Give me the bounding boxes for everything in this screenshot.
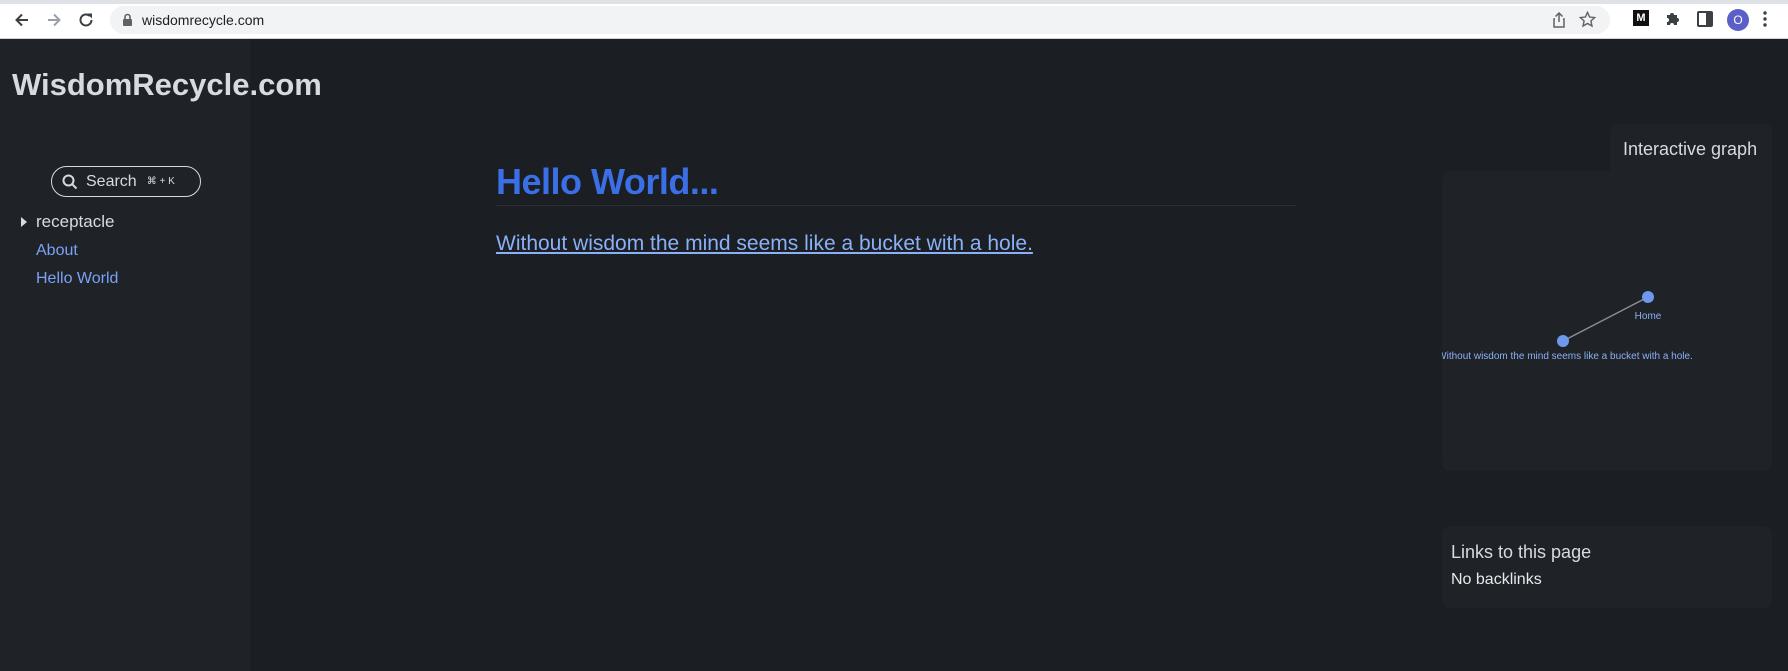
site-title[interactable]: WisdomRecycle.com	[12, 66, 322, 104]
interactive-graph[interactable]: Home Without wisdom the mind seems like …	[1442, 171, 1772, 471]
left-sidebar: WisdomRecycle.com Search ⌘ + K receptacl…	[0, 39, 322, 671]
sidebar-link-about[interactable]: About	[36, 242, 78, 260]
backlinks-title: Links to this page	[1451, 542, 1592, 562]
url-text[interactable]: wisdomrecycle.com	[142, 12, 264, 28]
backlinks-panel: Links to this page No backlinks	[1442, 526, 1772, 608]
graph-node-label-home: Home	[1635, 311, 1662, 322]
profile-avatar[interactable]: O	[1727, 9, 1749, 31]
puzzle-icon[interactable]	[1664, 10, 1682, 28]
search-button[interactable]: Search ⌘ + K	[51, 166, 201, 197]
page-title: Hello World...	[496, 161, 719, 202]
content-link[interactable]: Without wisdom the mind seems like a buc…	[496, 232, 1033, 256]
forward-button[interactable]	[43, 9, 65, 31]
search-icon	[62, 174, 78, 189]
graph-node-article[interactable]	[1557, 335, 1569, 347]
side-panel-icon[interactable]	[1696, 10, 1714, 28]
graph-title: Interactive graph	[1623, 139, 1758, 159]
sidebar-link-hello-world[interactable]: Hello World	[36, 270, 118, 288]
tab-strip-edge	[0, 0, 1788, 4]
share-icon[interactable]	[1552, 12, 1566, 28]
search-label: Search	[86, 172, 137, 190]
backlinks-empty-text: No backlinks	[1451, 571, 1542, 588]
page: WisdomRecycle.com Search ⌘ + K receptacl…	[0, 39, 1788, 671]
browser-toolbar: wisdomrecycle.com M O	[0, 0, 1788, 39]
search-shortcut: ⌘ + K	[146, 176, 175, 187]
graph-node-label-article: Without wisdom the mind seems like a buc…	[1442, 351, 1693, 362]
kebab-menu-icon[interactable]	[1762, 10, 1768, 28]
reload-icon	[79, 13, 93, 27]
back-button[interactable]	[11, 9, 33, 31]
title-divider	[496, 205, 1296, 206]
arrow-right-icon	[48, 13, 61, 27]
graph-canvas[interactable]: Home Without wisdom the mind seems like …	[1442, 171, 1772, 471]
caret-right-icon	[21, 217, 27, 227]
extension-m-icon[interactable]: M	[1633, 10, 1649, 26]
folder-receptacle[interactable]: receptacle	[20, 212, 114, 232]
graph-node-home[interactable]	[1642, 291, 1654, 303]
address-bar[interactable]: wisdomrecycle.com	[110, 6, 1610, 34]
reload-button[interactable]	[75, 9, 97, 31]
folder-label: receptacle	[36, 212, 115, 231]
arrow-left-icon	[15, 13, 28, 27]
lock-icon	[123, 13, 132, 26]
bookmark-star-icon[interactable]	[1579, 11, 1596, 28]
